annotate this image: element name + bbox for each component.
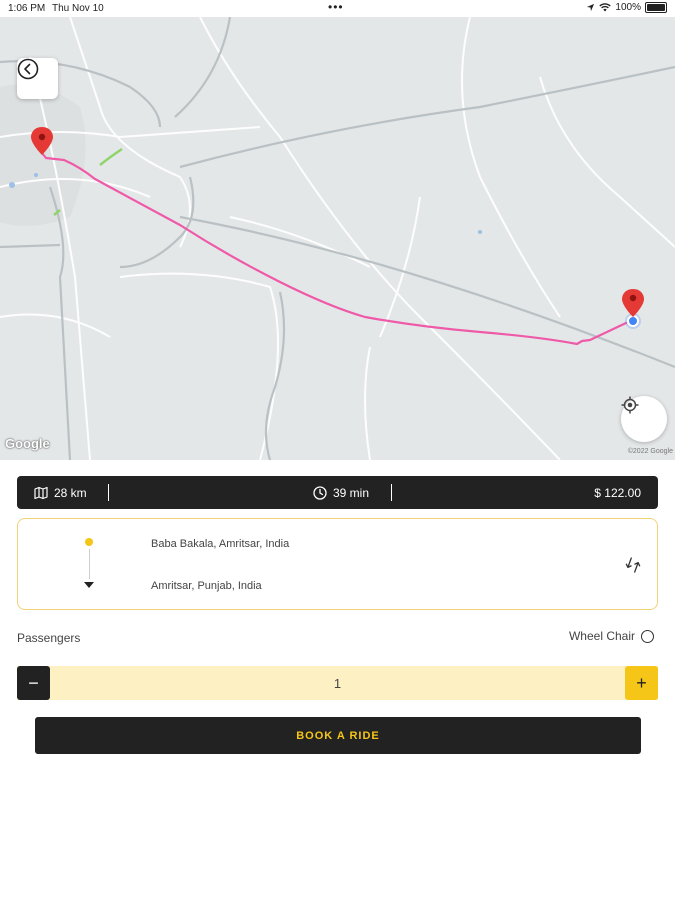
distance-info: 28 km	[34, 476, 87, 509]
pickup-dot-icon	[85, 538, 93, 546]
route-connector	[89, 549, 90, 579]
decrement-button[interactable]: −	[17, 666, 50, 700]
status-date: Thu Nov 10	[52, 3, 104, 14]
wifi-icon	[599, 3, 612, 12]
map-view[interactable]: Google ©2022 Google	[0, 17, 675, 460]
duration-value: 39 min	[333, 485, 370, 500]
trip-info-bar: 28 km 39 min $ 122.00	[17, 476, 658, 509]
fare-value: $ 122.00	[594, 485, 641, 500]
duration-info: 39 min	[313, 476, 369, 509]
back-button[interactable]	[17, 58, 58, 99]
map-icon	[34, 486, 48, 499]
status-time: 1:06 PM	[8, 3, 46, 14]
book-ride-button[interactable]: BOOK A RIDE	[35, 717, 641, 754]
pickup-address[interactable]: Baba Bakala, Amritsar, India	[151, 538, 289, 550]
location-arrow-icon	[587, 3, 595, 12]
chevron-left-icon	[17, 58, 39, 80]
battery-percent: 100%	[615, 2, 641, 13]
dropoff-triangle-icon	[84, 582, 94, 588]
fare-info: $ 122.00	[594, 476, 641, 509]
my-location-icon	[621, 396, 639, 414]
map-credit: ©2022 Google	[627, 448, 673, 455]
status-indicators: 100%	[586, 2, 667, 13]
destination-pin-icon[interactable]	[622, 289, 644, 317]
google-logo[interactable]: Google	[5, 436, 50, 451]
route-card: Baba Bakala, Amritsar, India Amritsar, P…	[17, 518, 658, 610]
map-canvas	[0, 17, 675, 460]
battery-icon	[645, 2, 667, 13]
clock-icon	[313, 485, 327, 500]
status-bar: 1:06 PM Thu Nov 10 ••• 100%	[0, 0, 675, 17]
multitasking-dots[interactable]: •••	[328, 0, 344, 14]
wheelchair-option[interactable]: Wheel Chair	[569, 629, 654, 643]
dropoff-address[interactable]: Amritsar, Punjab, India	[151, 580, 262, 592]
wheelchair-radio[interactable]	[641, 629, 654, 643]
distance-value: 28 km	[54, 485, 87, 500]
wheelchair-label: Wheel Chair	[568, 629, 635, 643]
divider	[108, 484, 109, 501]
my-location-button[interactable]	[621, 396, 667, 442]
divider	[391, 484, 392, 501]
passenger-stepper: − 1 +	[17, 666, 658, 700]
passenger-count: 1	[333, 675, 342, 691]
passengers-label: Passengers	[17, 631, 81, 645]
swap-icon[interactable]	[624, 556, 642, 574]
increment-button[interactable]: +	[625, 666, 658, 700]
